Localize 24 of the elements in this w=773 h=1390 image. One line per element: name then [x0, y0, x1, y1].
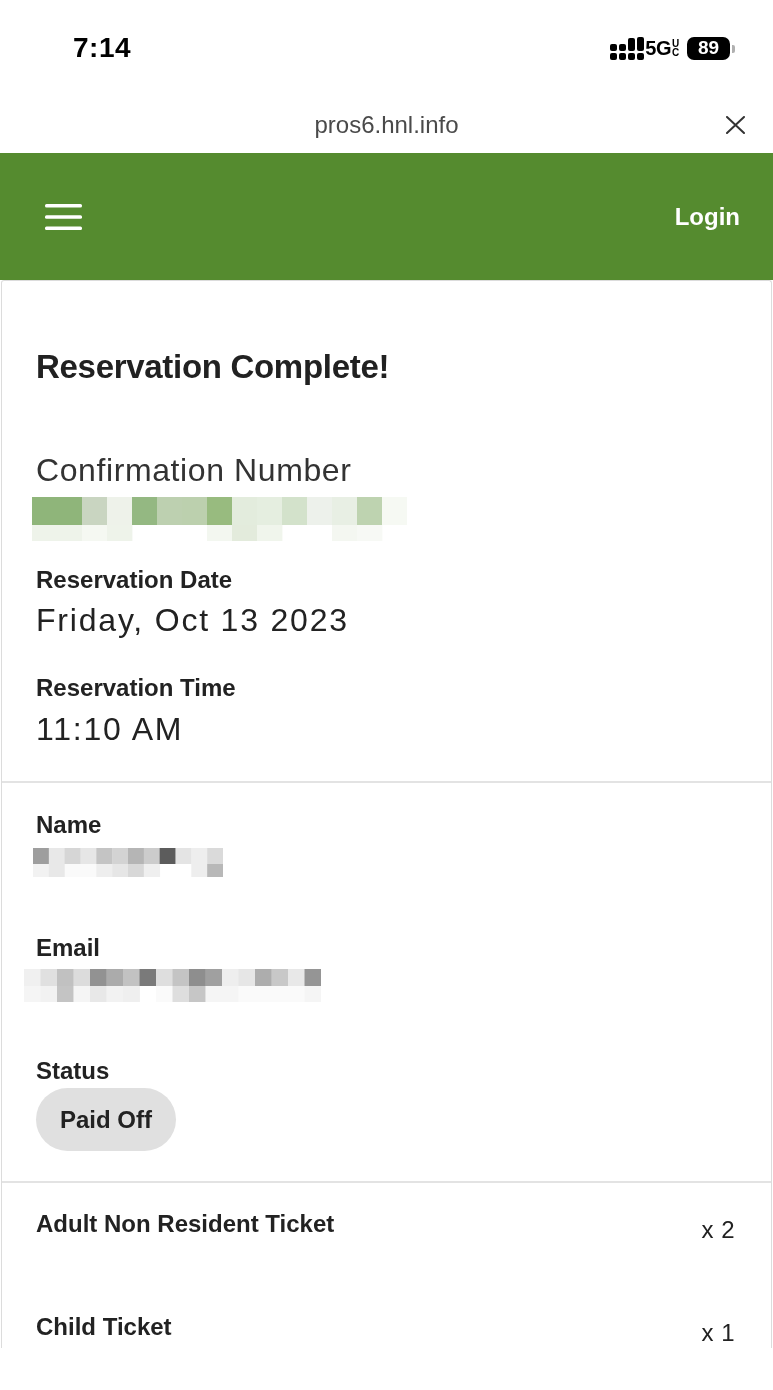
field-value: Friday, Oct 13 2023	[36, 601, 349, 640]
signal-icon	[610, 36, 645, 60]
ticket-name: Child Ticket	[36, 1312, 172, 1342]
ticket-quantity: x 1	[701, 1318, 735, 1348]
field-label: Reservation Time	[36, 673, 236, 703]
page-title: Reservation Complete!	[36, 347, 390, 387]
menu-icon	[45, 203, 82, 230]
status-time: 7:14	[73, 32, 132, 64]
status-badge: Paid Off	[36, 1088, 176, 1151]
ticket-quantity: x 2	[701, 1215, 735, 1245]
network-type: 5G	[645, 36, 671, 60]
close-icon[interactable]	[726, 116, 745, 134]
menu-button[interactable]	[45, 203, 82, 230]
network-label: UC	[672, 39, 678, 57]
field-label: Status	[36, 1056, 110, 1086]
field-value: 11:10 AM	[36, 710, 184, 749]
field-label: Email	[36, 933, 101, 963]
ticket-name: Adult Non Resident Ticket	[36, 1209, 335, 1239]
page-url: pros6.hnl.info	[314, 110, 459, 139]
confirmation-label: Confirmation Number	[36, 451, 352, 490]
field-label: Reservation Date	[36, 565, 233, 595]
login-button[interactable]: Login	[674, 202, 740, 231]
field-label: Name	[36, 810, 102, 840]
battery-indicator: 89	[687, 36, 735, 60]
